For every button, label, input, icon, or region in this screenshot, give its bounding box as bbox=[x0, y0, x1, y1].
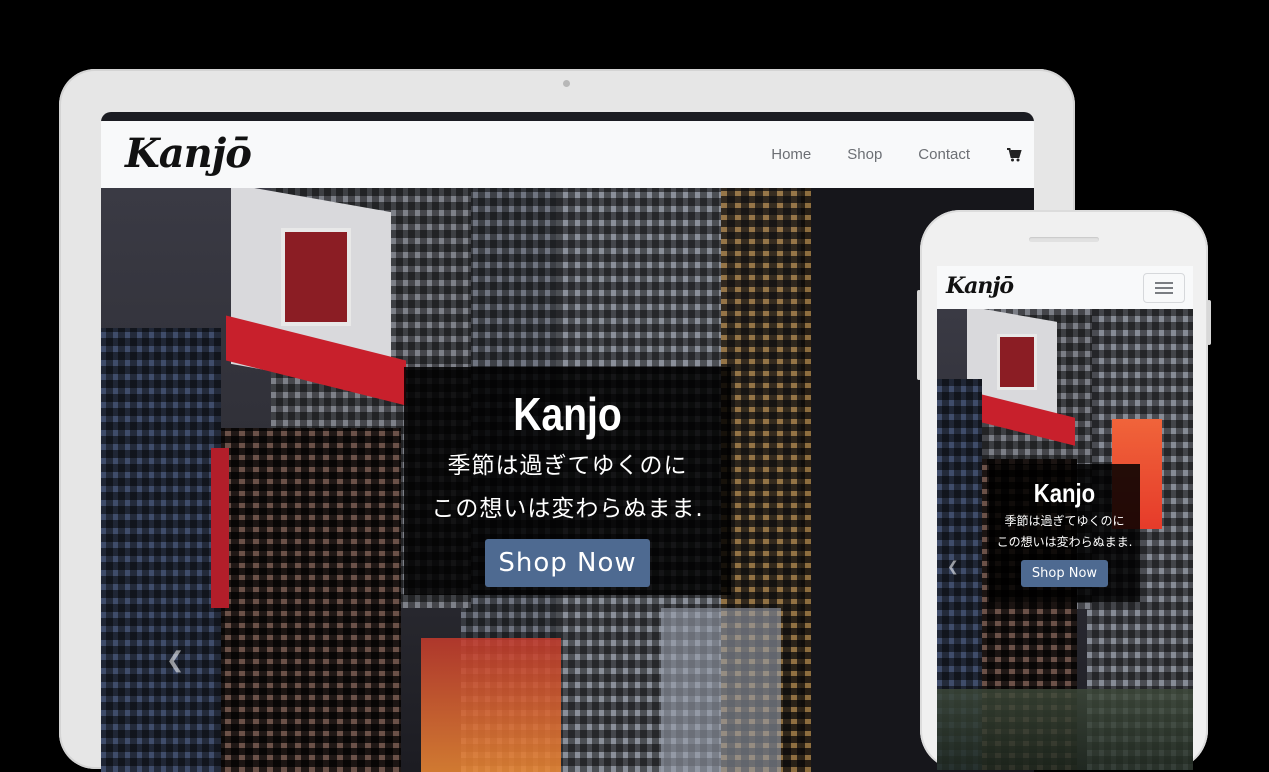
brand-logo[interactable]: Kanjō bbox=[125, 130, 252, 177]
brand-logo-mobile[interactable]: Kanjō bbox=[946, 273, 1014, 299]
tablet-camera bbox=[563, 80, 570, 87]
hero-tagline-line-1-mobile: 季節は過ぎてゆくのに bbox=[1004, 514, 1125, 528]
shop-now-button[interactable]: Shop Now bbox=[485, 539, 650, 587]
hamburger-menu-icon[interactable] bbox=[1143, 273, 1185, 303]
nav-links: Home Shop Contact bbox=[735, 121, 1022, 188]
nav-link-shop[interactable]: Shop bbox=[847, 146, 882, 163]
navbar-mobile: Kanjō bbox=[937, 266, 1193, 309]
hero-caption-mobile: Kanjo 季節は過ぎてゆくのに この想いは変わらぬまま. Shop Now bbox=[989, 464, 1140, 602]
phone-side-button-left bbox=[917, 290, 921, 380]
hero-title-mobile: Kanjo bbox=[1033, 478, 1096, 508]
shopping-cart-icon[interactable] bbox=[1006, 147, 1022, 163]
tablet-screen: Kanjō Home Shop Contact ❮ Kanjo 季節は過ぎてゆく… bbox=[101, 112, 1034, 772]
phone-device-frame: Kanjō ❮ Kanjo 季節は過ぎてゆくのに この想いは変わらぬまま. Sh… bbox=[917, 210, 1211, 770]
phone-speaker bbox=[1029, 237, 1099, 242]
carousel-prev-icon[interactable]: ❮ bbox=[166, 648, 184, 673]
hero-tagline-line-2-mobile: この想いは変わらぬまま. bbox=[996, 535, 1133, 549]
shop-now-button-mobile[interactable]: Shop Now bbox=[1020, 560, 1109, 587]
navbar: Kanjō Home Shop Contact bbox=[101, 121, 1034, 188]
phone-side-button-right bbox=[1207, 300, 1211, 345]
hero-title: Kanjo bbox=[513, 388, 622, 440]
nav-link-home[interactable]: Home bbox=[771, 146, 811, 163]
phone-screen: Kanjō ❮ Kanjo 季節は過ぎてゆくのに この想いは変わらぬまま. Sh… bbox=[937, 266, 1193, 770]
carousel-prev-icon-mobile[interactable]: ❮ bbox=[947, 559, 959, 575]
nav-link-contact[interactable]: Contact bbox=[918, 146, 970, 163]
hero-tagline-line-2: この想いは変わらぬまま. bbox=[431, 496, 704, 522]
hero-caption: Kanjo 季節は過ぎてゆくのに この想いは変わらぬまま. Shop Now bbox=[404, 367, 731, 595]
hero-tagline-line-1: 季節は過ぎてゆくのに bbox=[447, 453, 688, 479]
